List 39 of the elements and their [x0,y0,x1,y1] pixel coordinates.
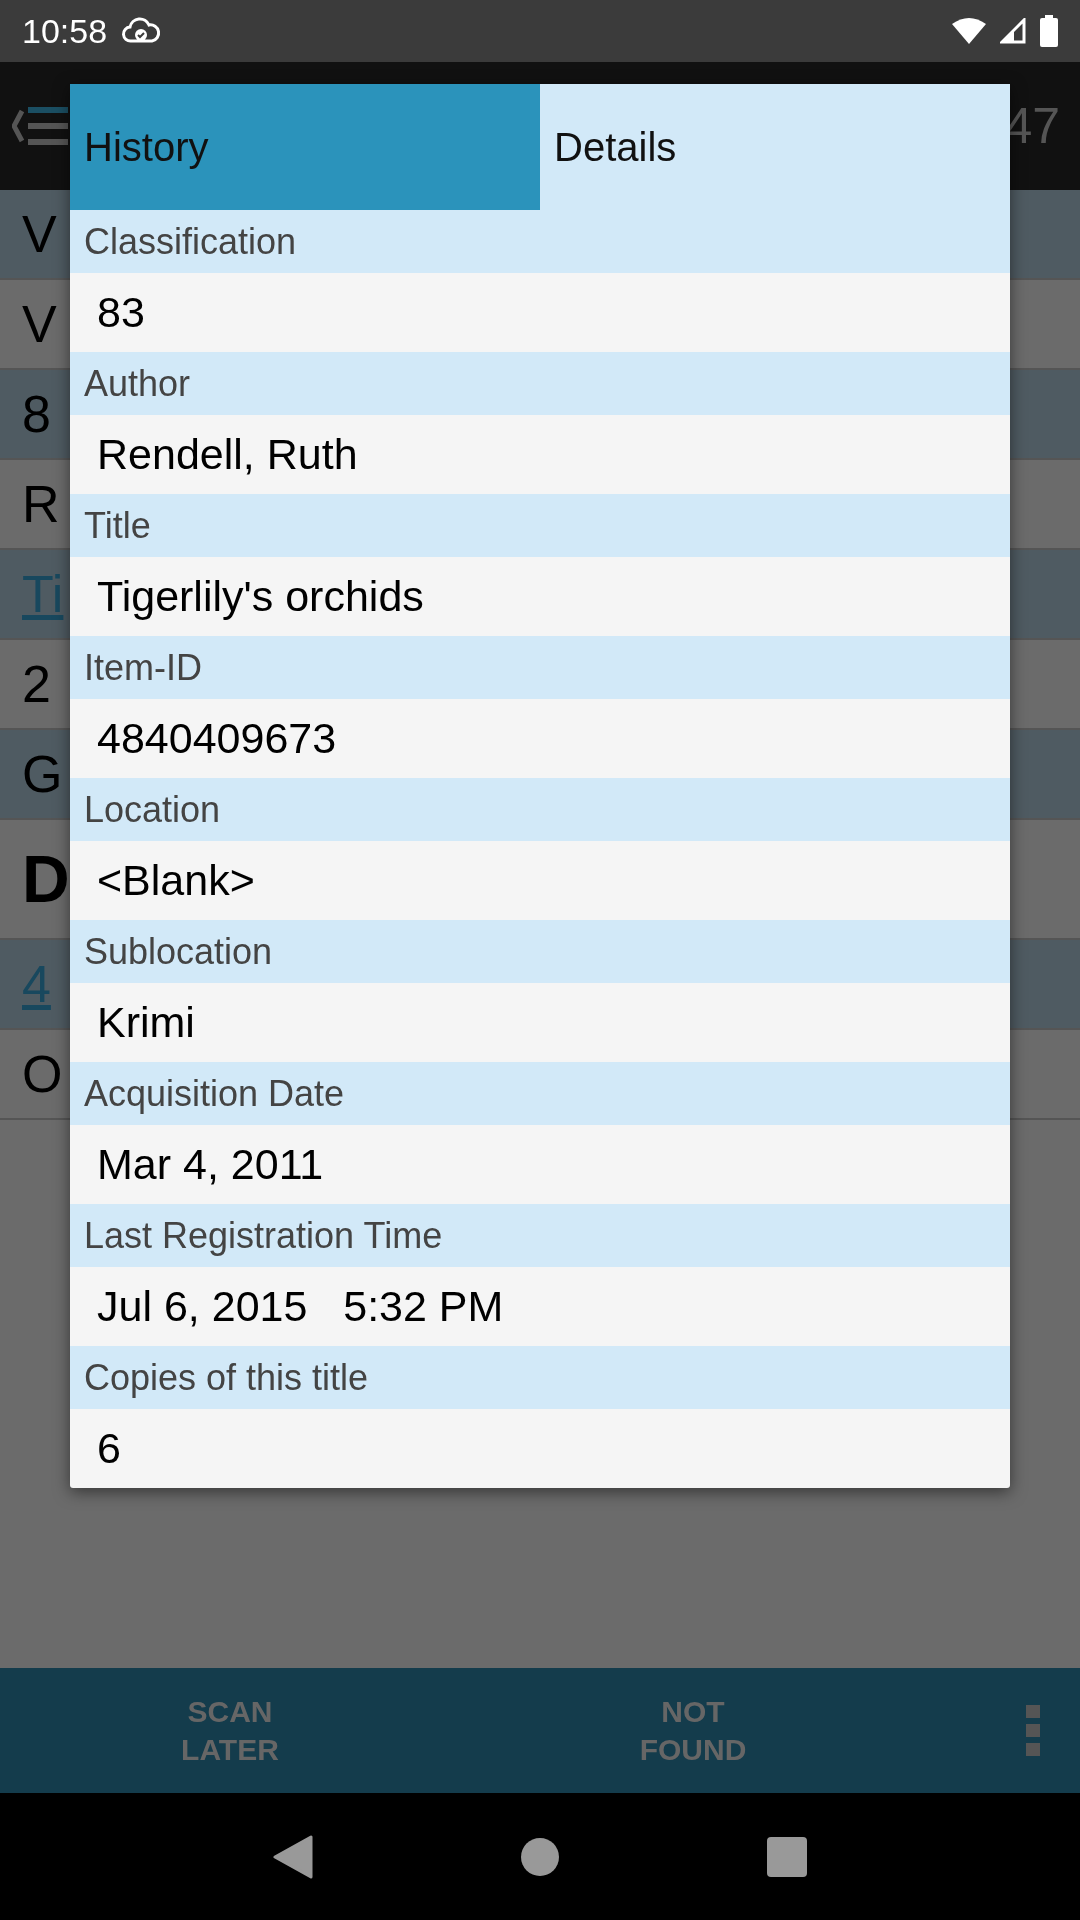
action-button[interactable]: NOT FOUND [608,1692,778,1769]
field-label: Author [70,352,1010,415]
field-value: 6 [96,1423,122,1474]
field-value: Rendell, Ruth [96,429,359,480]
field-value: <Blank> [96,855,256,906]
field-value: Krimi [96,997,196,1048]
field-label: Classification [70,210,1010,273]
field-label: Location [70,778,1010,841]
tab[interactable]: History [70,84,540,210]
field-label: Item-ID [70,636,1010,699]
field-label: Last Registration Time [70,1204,1010,1267]
row-text: V [22,294,57,354]
home-icon[interactable] [520,1836,560,1877]
field-label: Copies of this title [70,1346,1010,1409]
field-value: Jul 6, 2015 5:32 PM [96,1281,505,1332]
wifi-icon [952,18,986,44]
link[interactable]: 4 [22,954,51,1014]
recents-icon[interactable] [766,1836,807,1877]
signal-icon [1000,18,1026,44]
field-value: 83 [96,287,146,338]
row-text: V [22,204,57,264]
clock: 10:58 [22,11,108,51]
row-text: O [22,1044,63,1104]
field-value: 4840409673 [96,713,338,764]
row-text: 8 [22,384,51,444]
field-label: Title [70,494,1010,557]
action-button[interactable]: SCAN LATER [145,1692,315,1769]
tab[interactable]: Details [540,84,1010,210]
field-value: Mar 4, 2011 [96,1139,325,1190]
battery-icon [1040,15,1058,47]
cloud-check-icon [121,17,162,45]
back-icon[interactable] [273,1834,314,1879]
row-text: 2 [22,654,51,714]
field-label: Acquisition Date [70,1062,1010,1125]
field-value: Tigerlily's orchids [96,571,425,622]
row-text: G [22,744,63,804]
field-label: Sublocation [70,920,1010,983]
row-text: R [22,474,60,534]
heading: D [22,841,70,917]
